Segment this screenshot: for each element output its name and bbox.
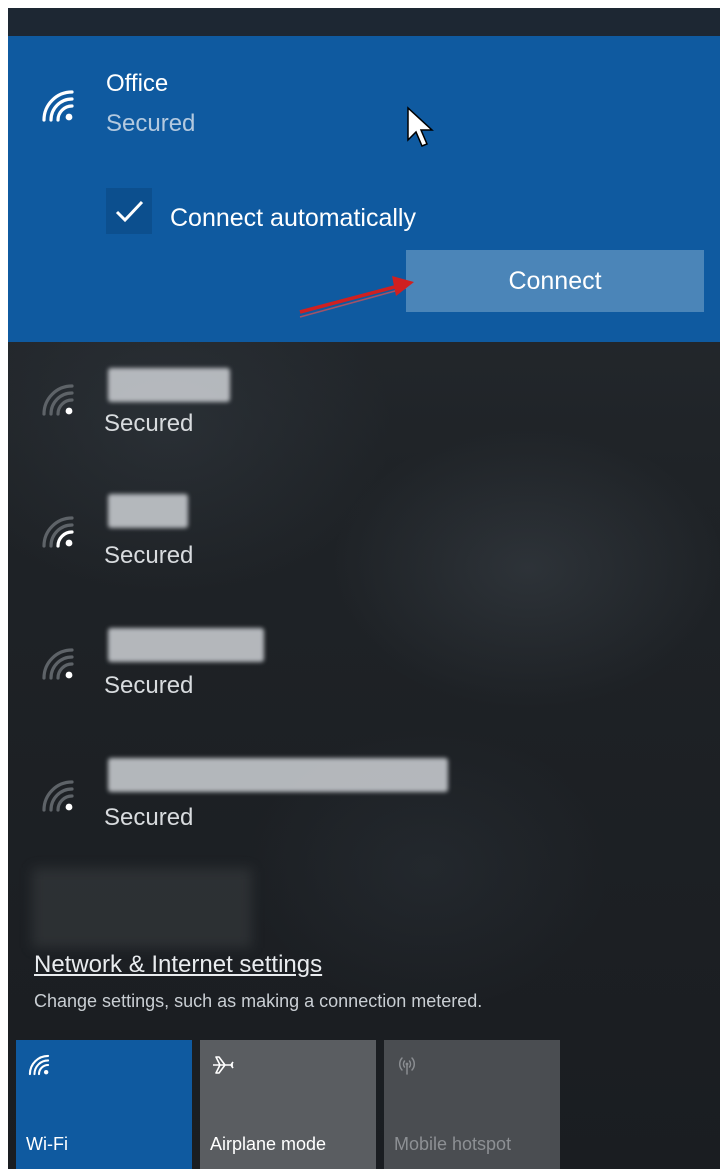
network-settings-description: Change settings, such as making a connec… [34, 991, 483, 1011]
quick-action-mobile-hotspot[interactable]: Mobile hotspot [384, 1040, 560, 1169]
quick-action-label: Mobile hotspot [394, 1134, 512, 1154]
connect-automatically-label: Connect automatically [170, 204, 416, 232]
mouse-cursor-icon [407, 106, 434, 147]
network-item[interactable]: Secured [8, 606, 720, 726]
wifi-icon [42, 648, 74, 680]
network-item-selected[interactable]: Office Secured Connect automatically Con… [8, 36, 720, 342]
network-status: Secured [104, 542, 194, 569]
wifi-icon [28, 1054, 50, 1076]
network-status: Secured [104, 804, 194, 831]
connect-automatically-checkbox[interactable] [106, 188, 152, 234]
network-item[interactable]: Secured [8, 474, 720, 594]
connect-button[interactable]: Connect [406, 250, 704, 312]
wifi-icon [42, 384, 74, 416]
wifi-icon [42, 516, 74, 548]
network-name: Office [106, 70, 169, 97]
network-item[interactable]: Secured [8, 342, 720, 462]
wifi-icon [42, 90, 74, 122]
network-settings-link[interactable]: Network & Internet settings [34, 951, 322, 979]
network-flyout: Office Secured Connect automatically Con… [8, 8, 720, 1169]
network-name-redacted [108, 758, 448, 792]
network-status: Secured [106, 110, 196, 137]
network-name-redacted [108, 628, 264, 662]
wifi-icon [42, 780, 74, 812]
quick-action-label: Wi-Fi [26, 1134, 68, 1154]
airplane-icon [213, 1056, 234, 1074]
hotspot-icon [398, 1057, 416, 1075]
network-status: Secured [104, 672, 194, 699]
scroll-top-strip [8, 8, 720, 36]
quick-action-label: Airplane mode [210, 1134, 327, 1154]
blurred-region [32, 868, 252, 948]
quick-action-airplane-mode[interactable]: Airplane mode [200, 1040, 376, 1169]
network-name-redacted [108, 368, 230, 402]
checkmark-icon [115, 200, 144, 223]
quick-action-wifi[interactable]: Wi-Fi [16, 1040, 192, 1169]
network-status: Secured [104, 410, 194, 437]
network-name-redacted [108, 494, 188, 528]
network-item[interactable]: Secured [8, 738, 720, 858]
